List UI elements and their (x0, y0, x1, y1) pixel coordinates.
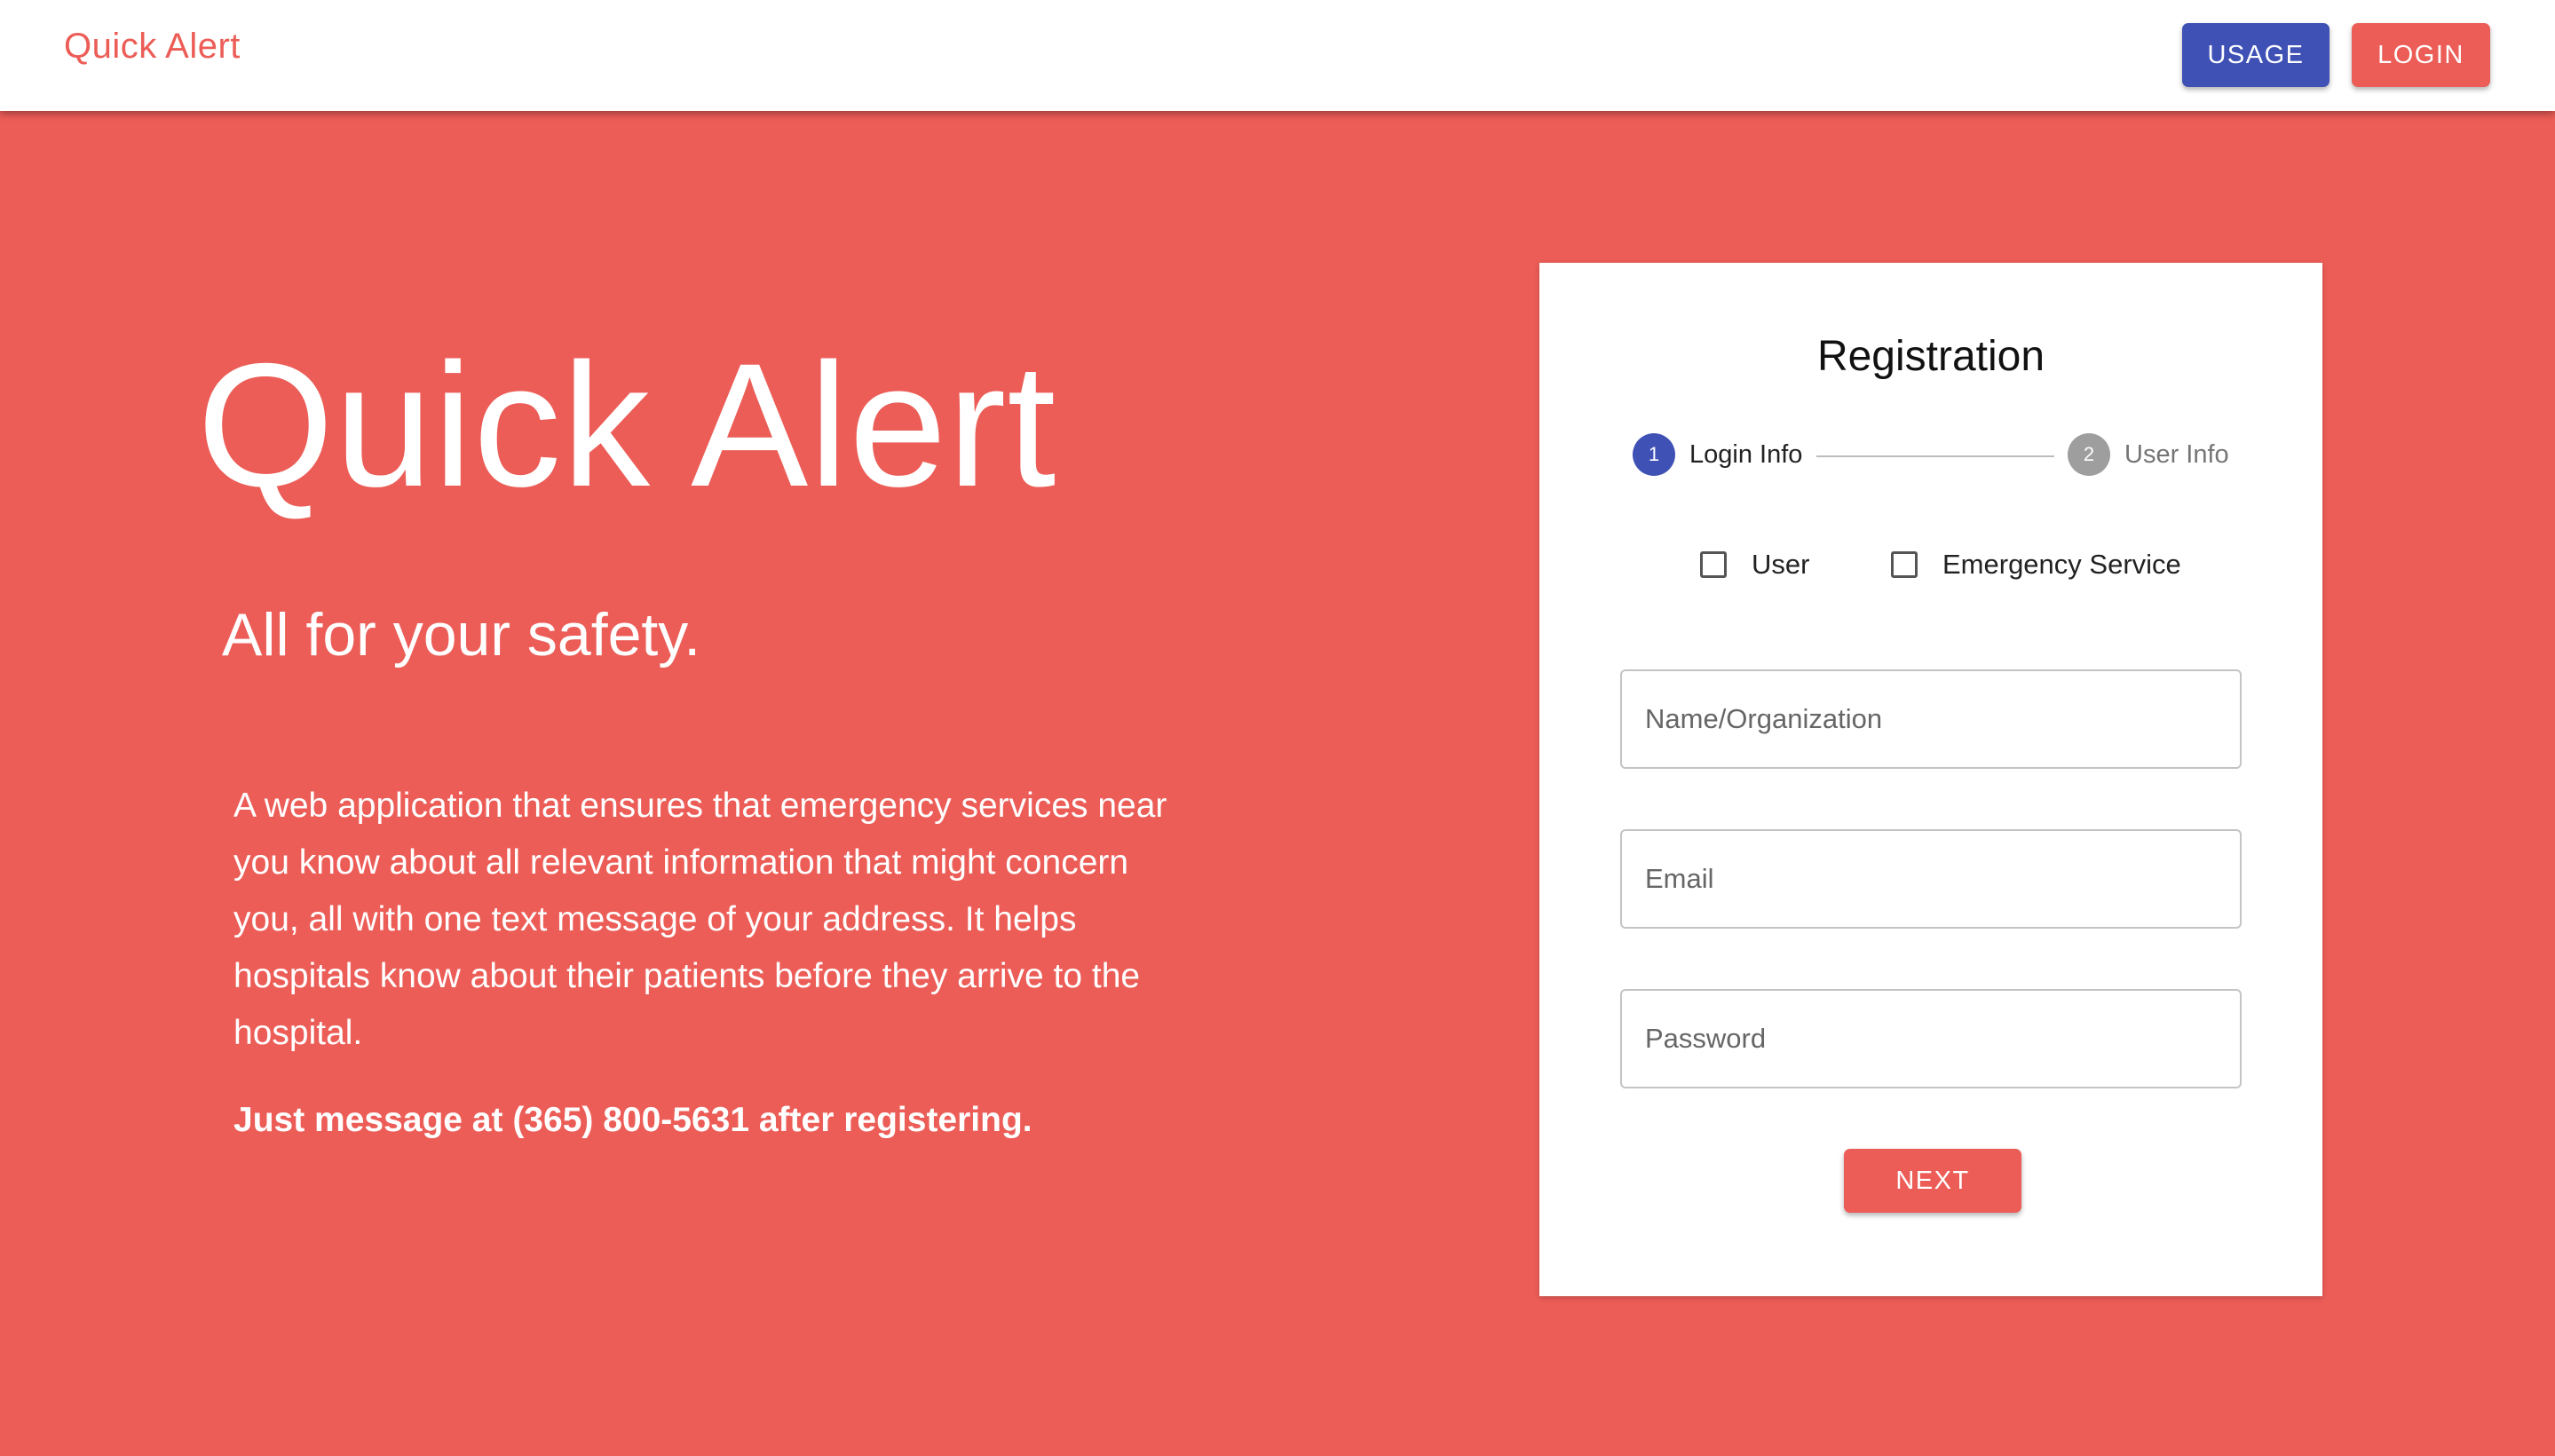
registration-card: Registration 1 Login Info 2 User Info Us… (1539, 263, 2322, 1296)
email-input[interactable] (1620, 829, 2242, 929)
hero-title: Quick Alert (197, 327, 1057, 523)
user-checkbox[interactable]: User (1700, 547, 1809, 582)
emergency-service-checkbox-label: Emergency Service (1942, 549, 2181, 580)
step-1-label: Login Info (1689, 439, 1803, 469)
usage-button[interactable]: USAGE (2182, 23, 2330, 87)
name-organization-input[interactable] (1620, 669, 2242, 769)
checkbox-unchecked-icon[interactable] (1700, 551, 1727, 578)
login-button[interactable]: LOGIN (2352, 23, 2490, 87)
brand-logo-text[interactable]: Quick Alert (64, 27, 241, 67)
hero-call-to-action: Just message at (365) 800-5631 after reg… (233, 1101, 1032, 1139)
registration-title: Registration (1816, 333, 2045, 380)
checkbox-unchecked-icon[interactable] (1891, 551, 1918, 578)
user-checkbox-label: User (1752, 549, 1810, 580)
step-1-number-icon: 1 (1633, 433, 1675, 476)
step-login-info: 1 Login Info (1633, 433, 1802, 476)
password-input[interactable] (1620, 989, 2242, 1088)
step-2-label: User Info (2124, 439, 2229, 469)
hero-subtitle: All for your safety. (222, 601, 701, 669)
step-2-number-icon: 2 (2068, 433, 2110, 476)
step-user-info: 2 User Info (2068, 433, 2229, 476)
emergency-service-checkbox[interactable]: Emergency Service (1891, 547, 2181, 582)
hero-description: A web application that ensures that emer… (233, 787, 1167, 1052)
app-bar: Quick Alert USAGE LOGIN (0, 0, 2555, 111)
stepper-connector (1816, 455, 2054, 457)
next-button[interactable]: NEXT (1844, 1149, 2021, 1213)
